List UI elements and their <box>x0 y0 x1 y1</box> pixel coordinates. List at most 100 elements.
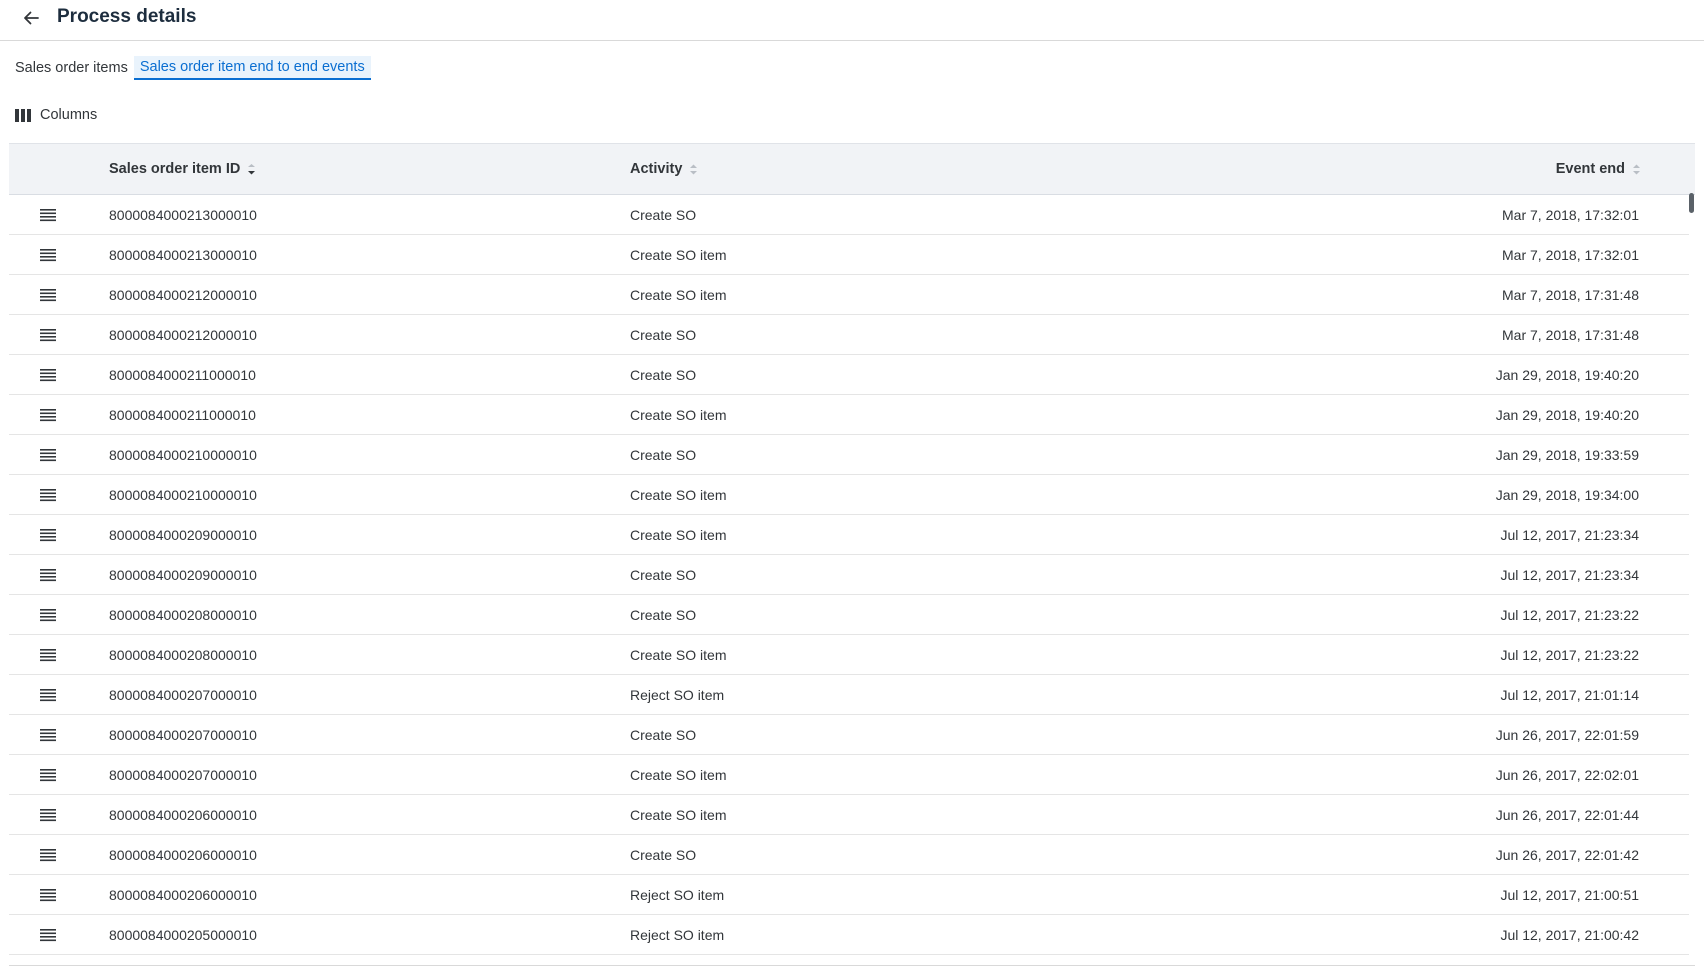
table-row[interactable]: 8000084000209000010 Create SO item Jul 12,… <box>9 515 1689 555</box>
columns-label: Columns <box>40 107 98 123</box>
cell-event-end: Jan 29, 2018, 19:34:00 <box>1495 486 1639 503</box>
row-menu-icon[interactable] <box>36 395 60 434</box>
table-row[interactable]: 8000084000208000010 Create SO Jul 12, 2017… <box>9 595 1689 635</box>
cell-item-id: 8000084000206000010 <box>109 806 257 823</box>
table-row[interactable]: 8000084000205000010 Reject SO item Jul 12,… <box>9 915 1689 955</box>
table-row[interactable]: 8000084000212000010 Create SO Mar 7, 2018,… <box>9 315 1689 355</box>
row-menu-icon[interactable] <box>36 635 60 674</box>
table-row[interactable]: 8000084000207000010 Create SO Jun 26, 2017… <box>9 715 1689 755</box>
cell-item-id: 8000084000213000010 <box>109 206 257 223</box>
row-menu-icon[interactable] <box>36 595 60 634</box>
cell-item-id: 8000084000206000010 <box>109 846 257 863</box>
cell-activity: Create SO <box>630 566 697 583</box>
cell-event-end: Jul 12, 2017, 21:23:34 <box>1500 526 1639 543</box>
cell-event-end: Jun 26, 2017, 22:01:59 <box>1495 726 1639 743</box>
columns-button[interactable]: Columns <box>15 104 97 126</box>
table-row[interactable]: 8000084000211000010 Create SO Jan 29, 2018… <box>9 355 1689 395</box>
cell-item-id: 8000084000205000010 <box>109 926 257 943</box>
table-row[interactable]: 8000084000207000010 Reject SO item Jul 12,… <box>9 675 1689 715</box>
row-menu-icon[interactable] <box>36 555 60 594</box>
cell-event-end: Mar 7, 2018, 17:32:01 <box>1502 246 1639 263</box>
cell-activity: Create SO item <box>630 646 727 663</box>
table-row[interactable]: 8000084000207000010 Create SO item Jun 26,… <box>9 755 1689 795</box>
cell-event-end: Mar 7, 2018, 17:31:48 <box>1502 326 1639 343</box>
cell-activity: Create SO item <box>630 406 727 423</box>
cell-item-id: 8000084000207000010 <box>109 766 257 783</box>
cell-item-id: 8000084000209000010 <box>109 566 257 583</box>
cell-item-id: 8000084000207000010 <box>109 726 257 743</box>
cell-activity: Reject SO item <box>630 926 725 943</box>
table-body: 8000084000213000010 Create SO Mar 7, 2018,… <box>9 195 1695 955</box>
table-row[interactable]: 8000084000211000010 Create SO item Jan 29,… <box>9 395 1689 435</box>
cell-event-end: Jan 29, 2018, 19:40:20 <box>1495 366 1639 383</box>
column-header-activity[interactable]: Activity <box>630 144 698 194</box>
cell-activity: Create SO item <box>630 526 727 543</box>
row-menu-icon[interactable] <box>36 315 60 354</box>
table-row[interactable]: 8000084000212000010 Create SO item Mar 7, … <box>9 275 1689 315</box>
row-menu-icon[interactable] <box>36 755 60 794</box>
row-menu-icon[interactable] <box>36 675 60 714</box>
table-header: Sales order item ID Activity Event end <box>9 143 1695 195</box>
row-menu-icon[interactable] <box>36 795 60 834</box>
cell-event-end: Jul 12, 2017, 21:00:42 <box>1500 926 1639 943</box>
table-row[interactable]: 8000084000210000010 Create SO Jan 29, 2018… <box>9 435 1689 475</box>
cell-item-id: 8000084000212000010 <box>109 286 257 303</box>
column-header-event-end[interactable]: Event end <box>1556 144 1641 194</box>
back-button[interactable] <box>16 3 46 33</box>
row-menu-icon[interactable] <box>36 875 60 914</box>
row-menu-icon[interactable] <box>36 915 60 954</box>
table-row[interactable]: 8000084000209000010 Create SO Jul 12, 2017… <box>9 555 1689 595</box>
cell-event-end: Jul 12, 2017, 21:00:51 <box>1500 886 1639 903</box>
cell-activity: Create SO item <box>630 486 727 503</box>
cell-activity: Create SO <box>630 726 697 743</box>
cell-activity: Create SO <box>630 846 697 863</box>
cell-activity: Reject SO item <box>630 886 725 903</box>
events-table: Sales order item ID Activity Event end 8… <box>9 143 1695 955</box>
columns-icon <box>15 108 31 122</box>
cell-item-id: 8000084000210000010 <box>109 446 257 463</box>
table-row[interactable]: 8000084000208000010 Create SO item Jul 12,… <box>9 635 1689 675</box>
column-header-item-id[interactable]: Sales order item ID <box>109 144 256 194</box>
cell-event-end: Jan 29, 2018, 19:33:59 <box>1495 446 1639 463</box>
tab-bar: Sales order items Sales order item end t… <box>15 56 371 80</box>
table-row[interactable]: 8000084000213000010 Create SO Mar 7, 2018,… <box>9 195 1689 235</box>
row-menu-icon[interactable] <box>36 435 60 474</box>
table-row[interactable]: 8000084000206000010 Reject SO item Jul 12,… <box>9 875 1689 915</box>
row-menu-icon[interactable] <box>36 355 60 394</box>
row-menu-icon[interactable] <box>36 195 60 234</box>
cell-event-end: Jun 26, 2017, 22:02:01 <box>1495 766 1639 783</box>
sort-icon <box>689 164 698 175</box>
table-row[interactable]: 8000084000206000010 Create SO item Jun 26,… <box>9 795 1689 835</box>
cell-item-id: 8000084000212000010 <box>109 326 257 343</box>
page-header: Process details <box>0 0 1704 41</box>
table-row[interactable]: 8000084000213000010 Create SO item Mar 7, … <box>9 235 1689 275</box>
row-menu-icon[interactable] <box>36 715 60 754</box>
row-menu-icon[interactable] <box>36 475 60 514</box>
divider <box>9 965 1695 966</box>
table-row[interactable]: 8000084000210000010 Create SO item Jan 29,… <box>9 475 1689 515</box>
cell-item-id: 8000084000209000010 <box>109 526 257 543</box>
cell-activity: Create SO item <box>630 286 727 303</box>
cell-event-end: Jul 12, 2017, 21:23:22 <box>1500 606 1639 623</box>
cell-event-end: Jan 29, 2018, 19:40:20 <box>1495 406 1639 423</box>
cell-item-id: 8000084000207000010 <box>109 686 257 703</box>
row-menu-icon[interactable] <box>36 275 60 314</box>
cell-item-id: 8000084000213000010 <box>109 246 257 263</box>
sort-descending-icon <box>247 163 256 175</box>
table-row[interactable]: 8000084000206000010 Create SO Jun 26, 2017… <box>9 835 1689 875</box>
cell-item-id: 8000084000210000010 <box>109 486 257 503</box>
row-menu-icon[interactable] <box>36 835 60 874</box>
cell-event-end: Jul 12, 2017, 21:23:34 <box>1500 566 1639 583</box>
row-menu-icon[interactable] <box>36 235 60 274</box>
row-menu-icon[interactable] <box>36 515 60 554</box>
cell-activity: Reject SO item <box>630 686 725 703</box>
cell-event-end: Jul 12, 2017, 21:23:22 <box>1500 646 1639 663</box>
cell-activity: Create SO <box>630 206 697 223</box>
cell-activity: Create SO item <box>630 766 727 783</box>
tab-end-to-end-events[interactable]: Sales order item end to end events <box>133 56 371 80</box>
cell-item-id: 8000084000206000010 <box>109 886 257 903</box>
scrollbar-thumb[interactable] <box>1689 193 1694 213</box>
tab-sales-order-items[interactable]: Sales order items <box>15 57 128 79</box>
arrow-left-icon <box>24 11 39 25</box>
cell-activity: Create SO <box>630 446 697 463</box>
